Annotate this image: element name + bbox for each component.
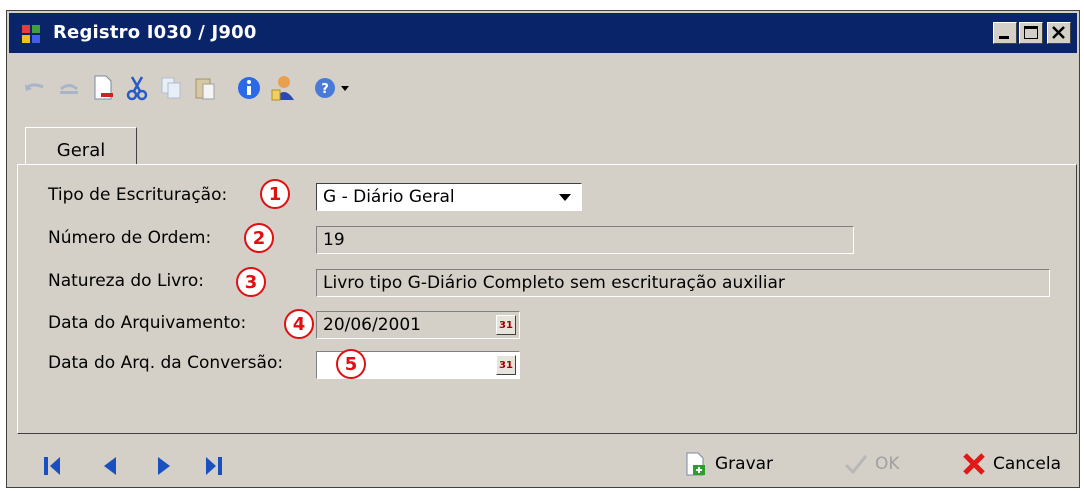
cancel-button[interactable]: Cancela — [961, 449, 1061, 479]
close-button[interactable] — [1047, 22, 1071, 44]
chevron-down-icon — [559, 194, 571, 201]
natureza-livro-field[interactable]: Livro tipo G-Diário Completo sem escritu… — [316, 269, 1050, 297]
annotation-badge-4: 4 — [284, 309, 314, 339]
app-icon — [21, 24, 41, 44]
window-controls — [993, 22, 1071, 44]
tab-geral-label: Geral — [56, 139, 106, 161]
minimize-button[interactable] — [993, 22, 1017, 44]
save-button[interactable]: Gravar — [683, 449, 773, 479]
tipo-escrituracao-value: G - Diário Geral — [323, 187, 455, 207]
dialog-window: Registro I030 / J900 ? Geral Tipo de Esc… — [6, 10, 1080, 488]
top-strip — [0, 0, 1084, 10]
next-record-button[interactable] — [151, 453, 177, 479]
undo-button[interactable] — [21, 74, 49, 102]
info-icon — [238, 77, 260, 99]
previous-record-icon — [104, 457, 116, 475]
copy-button[interactable] — [157, 74, 185, 102]
help-button[interactable]: ? — [313, 74, 353, 102]
calendar-icon[interactable]: 31 — [496, 315, 516, 335]
info-button[interactable] — [235, 74, 263, 102]
redo-icon — [60, 84, 78, 94]
maximize-button[interactable] — [1019, 22, 1043, 44]
data-arquivamento-value: 20/06/2001 — [323, 315, 421, 335]
annotation-badge-1: 1 — [260, 179, 290, 209]
copy-icon — [161, 77, 181, 99]
paste-button[interactable] — [191, 74, 219, 102]
save-label: Gravar — [715, 454, 774, 474]
save-icon — [683, 451, 709, 477]
first-record-button[interactable] — [39, 453, 65, 479]
checkmark-icon — [843, 451, 869, 477]
paste-icon — [195, 78, 215, 100]
redo-button[interactable] — [55, 74, 83, 102]
cancel-icon — [961, 451, 987, 477]
data-arq-conversao-label: Data do Arq. da Conversão: — [48, 353, 284, 373]
last-record-icon — [206, 457, 222, 475]
annotation-badge-3: 3 — [236, 267, 266, 297]
new-document-icon — [94, 75, 113, 100]
data-arquivamento-field[interactable]: 20/06/2001 — [316, 311, 520, 339]
window-title: Registro I030 / J900 — [53, 22, 257, 43]
next-record-icon — [158, 457, 170, 475]
annotation-badge-5: 5 — [336, 349, 366, 379]
natureza-livro-label: Natureza do Livro: — [48, 271, 204, 291]
toolbar: ? — [21, 71, 359, 105]
first-record-icon — [44, 457, 60, 475]
tipo-escrituracao-label: Tipo de Escrituração: — [48, 185, 228, 205]
user-button[interactable] — [269, 74, 297, 102]
data-arquivamento-label: Data do Arquivamento: — [48, 313, 247, 333]
new-button[interactable] — [89, 74, 117, 102]
svg-text:?: ? — [321, 82, 329, 97]
tipo-escrituracao-select[interactable]: G - Diário Geral — [316, 183, 582, 211]
numero-ordem-value: 19 — [323, 230, 345, 250]
numero-ordem-label: Número de Ordem: — [48, 228, 212, 248]
cut-icon — [126, 76, 148, 101]
natureza-livro-value: Livro tipo G-Diário Completo sem escritu… — [323, 273, 785, 293]
cut-button[interactable] — [123, 74, 151, 102]
annotation-badge-2: 2 — [244, 223, 274, 253]
minimize-icon — [999, 36, 1009, 39]
form-panel: Tipo de Escrituração: 1 G - Diário Geral… — [17, 164, 1077, 434]
title-bar[interactable]: Registro I030 / J900 — [9, 13, 1077, 53]
footer-bar: Gravar OK Cancela — [17, 437, 1077, 491]
user-icon — [271, 76, 294, 101]
calendar-icon[interactable]: 31 — [496, 355, 516, 375]
undo-icon — [24, 83, 44, 91]
last-record-button[interactable] — [201, 453, 227, 479]
previous-record-button[interactable] — [97, 453, 123, 479]
numero-ordem-field[interactable]: 19 — [316, 226, 854, 254]
close-icon — [1052, 26, 1065, 39]
ok-button[interactable]: OK — [843, 449, 900, 479]
cancel-label: Cancela — [993, 454, 1062, 474]
dropdown-arrow-icon[interactable] — [341, 86, 349, 91]
maximize-icon — [1024, 26, 1038, 39]
ok-label: OK — [875, 454, 900, 474]
help-icon: ? — [315, 78, 335, 98]
